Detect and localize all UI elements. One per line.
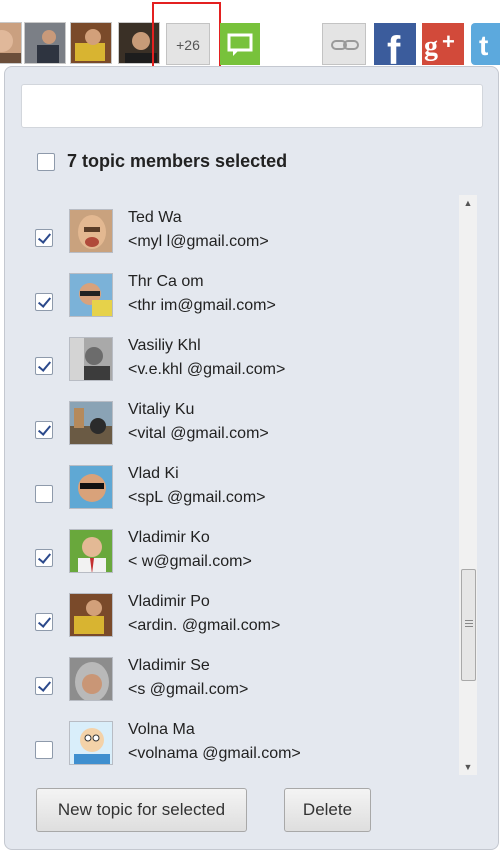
members-scrollbar[interactable]: ▲ ▼ xyxy=(459,195,477,775)
link-button[interactable] xyxy=(322,23,366,65)
more-members-button[interactable]: +26 xyxy=(166,23,210,65)
member-email: <myl l@gmail.com> xyxy=(128,233,269,250)
selected-count-label: 7 topic members selected xyxy=(67,151,288,171)
list-item: Vlad Ki <spL @gmail.com> xyxy=(19,465,459,529)
avatar[interactable] xyxy=(0,22,22,64)
twitter-icon: t xyxy=(479,30,488,61)
avatar xyxy=(69,529,113,573)
member-checkbox[interactable] xyxy=(35,421,53,439)
member-checkbox[interactable] xyxy=(35,357,53,375)
delete-button[interactable]: Delete xyxy=(284,788,371,832)
twitter-button[interactable]: t xyxy=(471,23,500,65)
avatar xyxy=(69,273,113,317)
member-name: Thr Ca om xyxy=(128,273,204,290)
member-email: <s @gmail.com> xyxy=(128,681,249,698)
member-name: Volna Ma xyxy=(128,721,195,738)
avatar xyxy=(69,465,113,509)
list-item: Vitaliy Ku <vital @gmail.com> xyxy=(19,401,459,465)
member-email: <vital @gmail.com> xyxy=(128,425,269,442)
search-input[interactable] xyxy=(21,84,483,128)
list-item: Vasiliy Khl <v.e.khl @gmail.com> xyxy=(19,337,459,401)
member-name: Vlad Ki xyxy=(128,465,179,482)
svg-text:+: + xyxy=(442,29,455,54)
google-plus-icon: g + xyxy=(424,29,455,62)
member-email: <volnama @gmail.com> xyxy=(128,745,301,762)
list-item: Thr Ca om <thr im@gmail.com> xyxy=(19,273,459,337)
member-checkbox[interactable] xyxy=(35,485,53,503)
member-checkbox[interactable] xyxy=(35,741,53,759)
facebook-icon: f xyxy=(387,29,401,65)
avatar xyxy=(69,337,113,381)
avatar[interactable] xyxy=(118,22,160,64)
list-item: Volna Ma <volnama @gmail.com> xyxy=(19,721,459,777)
scroll-down-icon[interactable]: ▼ xyxy=(459,759,477,775)
scroll-thumb[interactable] xyxy=(461,569,476,681)
topic-members-panel: 7 topic members selected Ted Wa <myl l@g… xyxy=(4,66,499,850)
member-checkbox[interactable] xyxy=(35,613,53,631)
member-name: Vladimir Po xyxy=(128,593,210,610)
new-topic-button[interactable]: New topic for selected xyxy=(36,788,247,832)
chat-icon xyxy=(227,33,253,56)
svg-text:g: g xyxy=(424,31,438,62)
member-checkbox[interactable] xyxy=(35,549,53,567)
grip-icon xyxy=(465,620,473,621)
member-email: <thr im@gmail.com> xyxy=(128,297,276,314)
member-name: Vitaliy Ku xyxy=(128,401,195,418)
list-item: Vladimir Ko < w@gmail.com> xyxy=(19,529,459,593)
google-plus-button[interactable]: g + xyxy=(422,23,464,65)
member-name: Vladimir Se xyxy=(128,657,210,674)
scroll-up-icon[interactable]: ▲ xyxy=(459,195,477,211)
list-item: Vladimir Se <s @gmail.com> xyxy=(19,657,459,721)
member-checkbox[interactable] xyxy=(35,293,53,311)
member-email: <ardin. @gmail.com> xyxy=(128,617,281,634)
list-item: Vladimir Po <ardin. @gmail.com> xyxy=(19,593,459,657)
avatar xyxy=(69,593,113,637)
avatar xyxy=(69,209,113,253)
select-all-checkbox[interactable] xyxy=(37,153,55,171)
chat-button[interactable] xyxy=(220,23,260,65)
svg-text:f: f xyxy=(387,29,401,65)
member-email: <spL @gmail.com> xyxy=(128,489,266,506)
member-name: Ted Wa xyxy=(128,209,182,226)
member-checkbox[interactable] xyxy=(35,229,53,247)
members-list: Ted Wa <myl l@gmail.com> Thr Ca om <thr … xyxy=(19,191,459,777)
link-icon xyxy=(331,40,359,50)
avatar xyxy=(69,721,113,765)
member-checkbox[interactable] xyxy=(35,677,53,695)
member-email: <v.e.khl @gmail.com> xyxy=(128,361,286,378)
list-item: Ted Wa <myl l@gmail.com> xyxy=(19,209,459,273)
avatar[interactable] xyxy=(24,22,66,64)
avatar xyxy=(69,657,113,701)
member-email: < w@gmail.com> xyxy=(128,553,252,570)
avatar xyxy=(69,401,113,445)
facebook-button[interactable]: f xyxy=(374,23,416,65)
svg-text:t: t xyxy=(479,30,488,61)
avatar[interactable] xyxy=(70,22,112,64)
member-name: Vasiliy Khl xyxy=(128,337,201,354)
toolbar: +26 f g + t xyxy=(0,0,500,84)
member-name: Vladimir Ko xyxy=(128,529,210,546)
